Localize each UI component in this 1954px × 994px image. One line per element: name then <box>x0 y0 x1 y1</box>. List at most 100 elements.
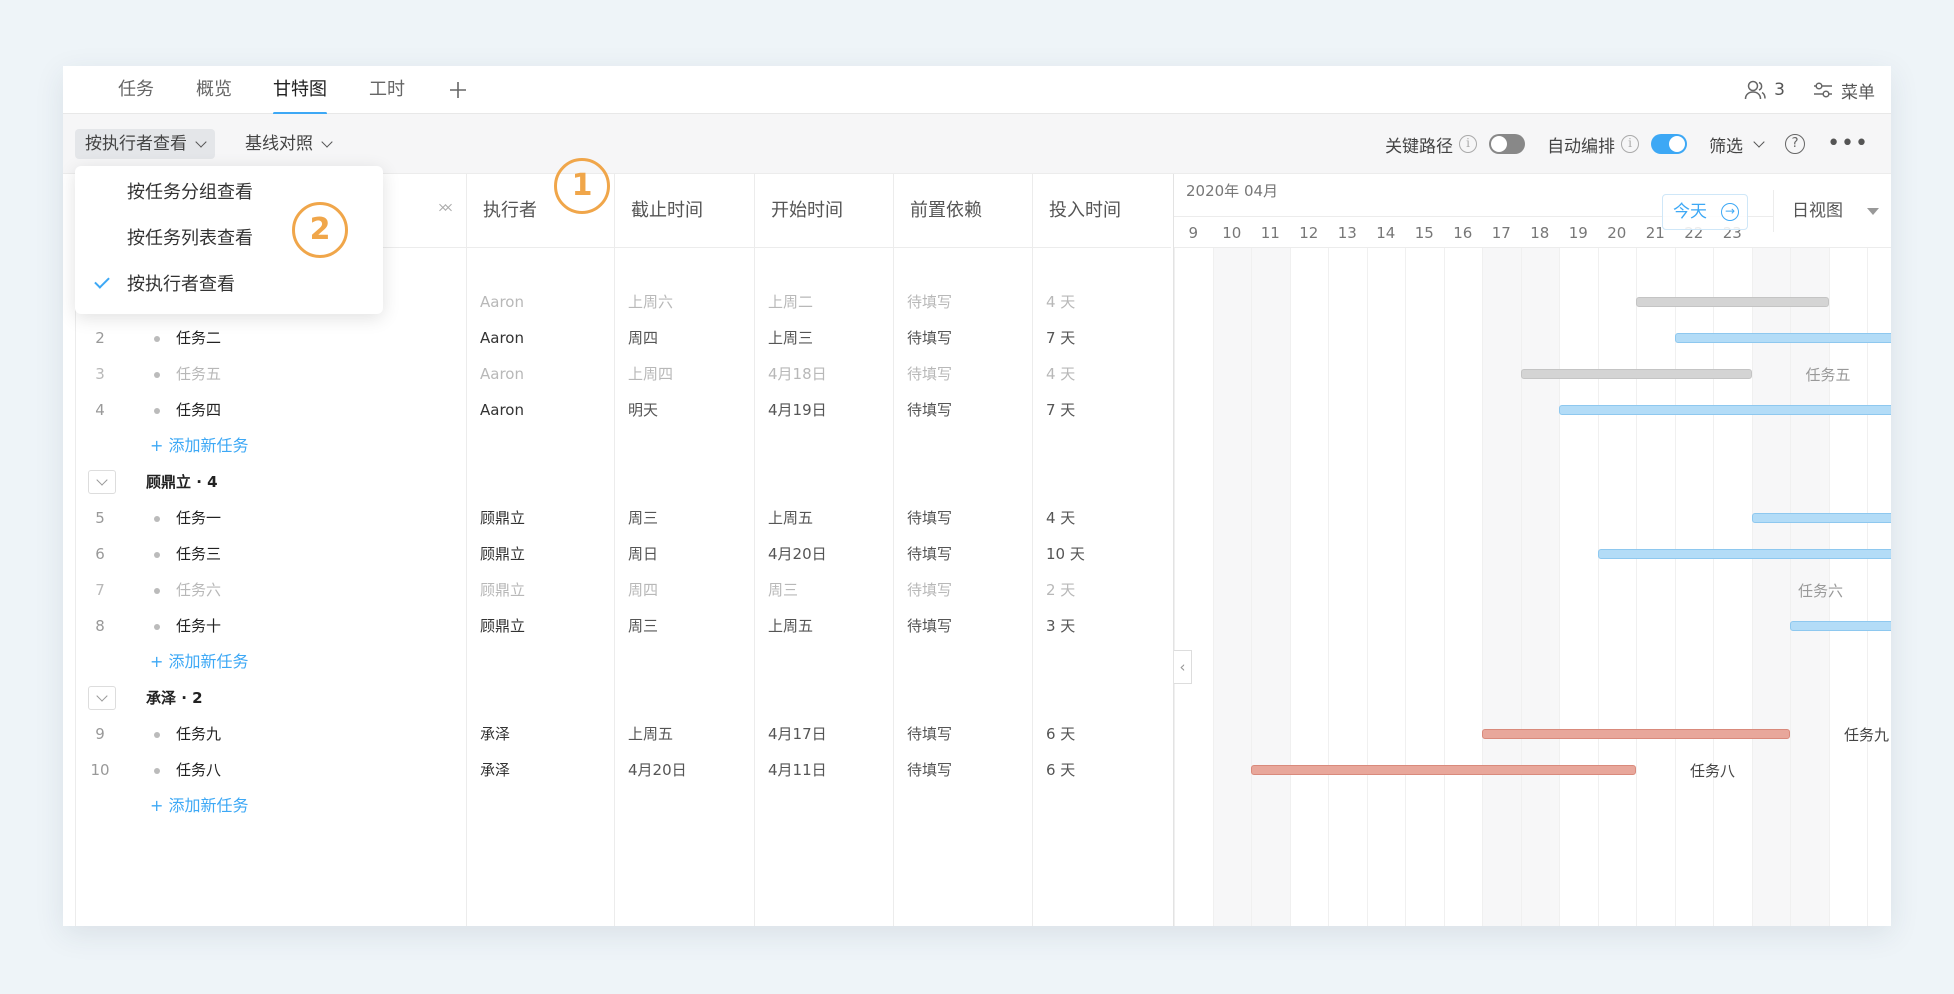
gantt-task-bar[interactable] <box>1790 621 1891 631</box>
task-start[interactable]: 上周三 <box>768 320 813 356</box>
tab-tasks[interactable]: 任务 <box>118 66 154 114</box>
task-time-spent[interactable]: 10 天 <box>1046 536 1085 572</box>
group-collapse-toggle[interactable] <box>88 470 116 494</box>
gantt-task-bar[interactable] <box>1251 765 1636 775</box>
baseline-dropdown[interactable]: 基线对照 <box>235 129 341 159</box>
task-start[interactable]: 周三 <box>768 572 798 608</box>
task-executor[interactable]: Aaron <box>480 392 524 428</box>
task-start[interactable]: 4月18日 <box>768 356 827 392</box>
collapse-panel-handle[interactable]: ‹ <box>1174 650 1192 684</box>
task-name[interactable]: 任务五 <box>176 356 221 392</box>
task-due[interactable]: 周日 <box>628 536 658 572</box>
info-icon[interactable]: i <box>1621 135 1640 153</box>
task-dependency[interactable]: 待填写 <box>907 608 952 644</box>
task-due[interactable]: 周三 <box>628 500 658 536</box>
add-task-link[interactable]: + 添加新任务 <box>150 788 249 824</box>
critical-path-toggle[interactable] <box>1489 134 1526 154</box>
task-due[interactable]: 上周五 <box>628 716 673 752</box>
group-header[interactable]: 顾鼎立 · 4 <box>76 464 1171 500</box>
task-due[interactable]: 明天 <box>628 392 658 428</box>
group-header[interactable]: 承泽 · 2 <box>76 680 1171 716</box>
task-time-spent[interactable]: 2 天 <box>1046 572 1075 608</box>
task-time-spent[interactable]: 6 天 <box>1046 716 1075 752</box>
gantt-task-bar[interactable] <box>1751 513 1891 523</box>
add-task-link[interactable]: + 添加新任务 <box>150 644 249 680</box>
add-tab-button[interactable] <box>443 72 473 108</box>
tab-gantt[interactable]: 甘特图 <box>273 66 327 115</box>
add-task-row[interactable]: + 添加新任务 <box>76 428 1171 464</box>
task-dependency[interactable]: 待填写 <box>907 572 952 608</box>
task-due[interactable]: 周四 <box>628 572 658 608</box>
task-time-spent[interactable]: 4 天 <box>1046 500 1075 536</box>
members-button[interactable]: 3 <box>1744 80 1785 100</box>
task-name[interactable]: 任务八 <box>176 752 221 788</box>
info-icon[interactable]: i <box>1459 135 1478 153</box>
task-executor[interactable]: 顾鼎立 <box>480 500 525 536</box>
table-row[interactable]: 10 任务八 承泽 4月20日 4月11日 待填写 6 天 <box>76 752 1171 788</box>
col-due[interactable]: 截止时间 <box>614 174 754 248</box>
task-time-spent[interactable]: 7 天 <box>1046 392 1075 428</box>
task-due[interactable]: 上周四 <box>628 356 673 392</box>
task-time-spent[interactable]: 3 天 <box>1046 608 1075 644</box>
table-row[interactable]: 6 任务三 顾鼎立 周日 4月20日 待填写 10 天 <box>76 536 1171 572</box>
table-row[interactable]: 8 任务十 顾鼎立 周三 上周五 待填写 3 天 <box>76 608 1171 644</box>
add-task-row[interactable]: + 添加新任务 <box>76 644 1171 680</box>
task-start[interactable]: 上周二 <box>768 284 813 320</box>
table-row[interactable]: 9 任务九 承泽 上周五 4月17日 待填写 6 天 <box>76 716 1171 752</box>
task-due[interactable]: 4月20日 <box>628 752 687 788</box>
task-start[interactable]: 上周五 <box>768 608 813 644</box>
group-collapse-toggle[interactable] <box>88 686 116 710</box>
task-dependency[interactable]: 待填写 <box>907 392 952 428</box>
col-time-spent[interactable]: 投入时间 <box>1032 174 1172 248</box>
table-row[interactable]: 4 任务四 Aaron 明天 4月19日 待填写 7 天 <box>76 392 1171 428</box>
task-executor[interactable]: 顾鼎立 <box>480 572 525 608</box>
task-name[interactable]: 任务九 <box>176 716 221 752</box>
help-icon[interactable]: ? <box>1785 134 1806 154</box>
task-dependency[interactable]: 待填写 <box>907 320 952 356</box>
task-name[interactable]: 任务十 <box>176 608 221 644</box>
task-executor[interactable]: 承泽 <box>480 716 510 752</box>
task-start[interactable]: 上周五 <box>768 500 813 536</box>
task-executor[interactable]: 承泽 <box>480 752 510 788</box>
more-options-icon[interactable]: ••• <box>1827 133 1869 155</box>
task-name[interactable]: 任务一 <box>176 500 221 536</box>
col-start[interactable]: 开始时间 <box>754 174 893 248</box>
gantt-task-bar[interactable] <box>1559 405 1891 415</box>
auto-schedule-toggle[interactable] <box>1651 134 1688 154</box>
gantt-task-bar[interactable] <box>1636 297 1829 307</box>
task-name[interactable]: 任务六 <box>176 572 221 608</box>
task-time-spent[interactable]: 4 天 <box>1046 356 1075 392</box>
tab-worktime[interactable]: 工时 <box>369 66 405 114</box>
task-start[interactable]: 4月19日 <box>768 392 827 428</box>
task-executor[interactable]: Aaron <box>480 320 524 356</box>
task-due[interactable]: 周三 <box>628 608 658 644</box>
add-task-row[interactable]: + 添加新任务 <box>76 788 1171 824</box>
task-dependency[interactable]: 待填写 <box>907 356 952 392</box>
gantt-task-bar[interactable] <box>1520 369 1752 379</box>
menu-button[interactable]: 菜单 <box>1813 78 1875 103</box>
today-button[interactable]: 今天 → <box>1662 194 1748 230</box>
filter-button[interactable]: 筛选 <box>1709 132 1765 157</box>
task-dependency[interactable]: 待填写 <box>907 752 952 788</box>
tab-overview[interactable]: 概览 <box>196 66 232 114</box>
view-scale-dropdown[interactable]: 日视图 <box>1773 190 1891 232</box>
table-row[interactable]: 7 任务六 顾鼎立 周四 周三 待填写 2 天 <box>76 572 1171 608</box>
add-task-link[interactable]: + 添加新任务 <box>150 428 249 464</box>
task-start[interactable]: 4月11日 <box>768 752 827 788</box>
task-dependency[interactable]: 待填写 <box>907 284 952 320</box>
task-name[interactable]: 任务四 <box>176 392 221 428</box>
task-time-spent[interactable]: 4 天 <box>1046 284 1075 320</box>
task-executor[interactable]: 顾鼎立 <box>480 536 525 572</box>
menu-item-by-executor[interactable]: 按执行者查看 <box>75 262 383 308</box>
gantt-task-bar[interactable] <box>1674 333 1891 343</box>
task-dependency[interactable]: 待填写 <box>907 536 952 572</box>
task-dependency[interactable]: 待填写 <box>907 716 952 752</box>
gantt-task-bar[interactable] <box>1597 549 1891 559</box>
collapse-all-icon[interactable] <box>437 198 453 220</box>
task-name[interactable]: 任务二 <box>176 320 221 356</box>
task-dependency[interactable]: 待填写 <box>907 500 952 536</box>
view-by-dropdown[interactable]: 按执行者查看 <box>75 129 215 159</box>
task-executor[interactable]: Aaron <box>480 356 524 392</box>
task-time-spent[interactable]: 7 天 <box>1046 320 1075 356</box>
task-executor[interactable]: Aaron <box>480 284 524 320</box>
